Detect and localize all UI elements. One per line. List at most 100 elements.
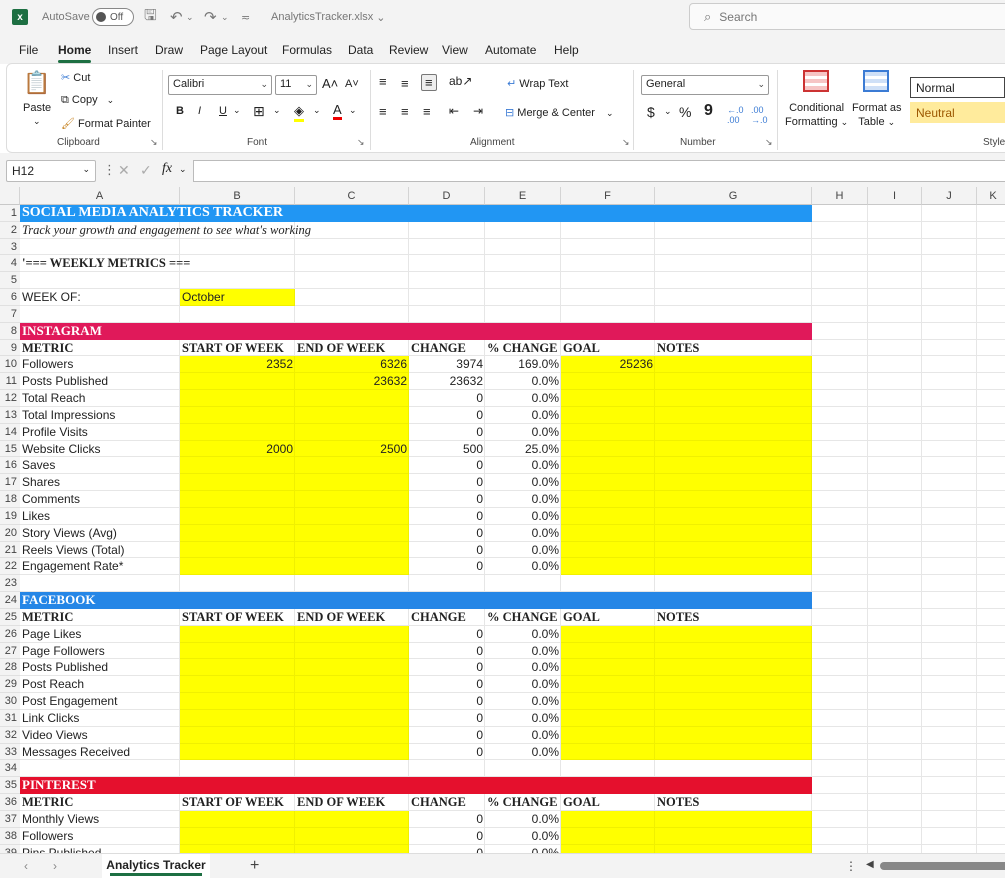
cell-c10[interactable]: 6326 [295, 356, 409, 373]
row-header[interactable]: 11 [0, 373, 20, 391]
cell-f10[interactable]: 25236 [561, 356, 655, 373]
cell[interactable] [655, 356, 812, 374]
copy-button[interactable]: ⧉ Copy ⌄ [61, 94, 114, 107]
column-label[interactable]: CHANGE [409, 609, 485, 626]
cell-b10[interactable]: 2352 [180, 356, 295, 373]
cell[interactable] [655, 423, 812, 441]
column-label[interactable]: GOAL [561, 794, 655, 811]
cell[interactable] [561, 760, 655, 778]
cell[interactable] [868, 373, 922, 391]
number-format-select[interactable]: General ⌄ [641, 75, 769, 95]
cell[interactable] [812, 305, 868, 323]
row-header[interactable]: 35 [0, 777, 20, 795]
cell[interactable] [561, 474, 655, 492]
cell-a17[interactable]: Shares [20, 474, 180, 491]
cell[interactable] [812, 440, 868, 458]
cell[interactable] [561, 440, 655, 458]
cell[interactable] [868, 474, 922, 492]
cell[interactable] [655, 592, 812, 609]
cell[interactable] [561, 642, 655, 660]
cell[interactable] [922, 373, 977, 391]
cell-e16[interactable]: 0.0% [485, 457, 561, 474]
cell[interactable] [561, 575, 655, 593]
cell[interactable] [561, 676, 655, 694]
cell-d38[interactable]: 0 [409, 828, 485, 845]
row-header[interactable]: 6 [0, 289, 20, 306]
cell[interactable] [977, 575, 1005, 593]
cell[interactable] [655, 238, 812, 256]
cell[interactable] [180, 726, 295, 744]
menu-page-layout[interactable]: Page Layout [200, 43, 267, 57]
cell-a28[interactable]: Posts Published [20, 659, 180, 676]
row-header[interactable]: 25 [0, 608, 20, 626]
cell-a16[interactable]: Saves [20, 457, 180, 474]
cell[interactable] [922, 322, 977, 340]
cell[interactable] [922, 608, 977, 626]
cell[interactable] [655, 659, 812, 677]
cell[interactable] [868, 221, 922, 239]
cell[interactable] [977, 777, 1005, 795]
column-header-b[interactable]: B [180, 187, 295, 205]
cell[interactable] [655, 406, 812, 424]
cell[interactable] [868, 794, 922, 811]
alignment-launcher-icon[interactable]: ↘ [622, 137, 630, 148]
cell[interactable] [561, 289, 655, 306]
cell[interactable] [180, 743, 295, 761]
cell[interactable] [868, 205, 922, 222]
cell-e20[interactable]: 0.0% [485, 525, 561, 542]
cell-b6[interactable]: October [180, 289, 295, 306]
row-header[interactable]: 28 [0, 659, 20, 677]
cell[interactable] [655, 221, 812, 239]
cell-d22[interactable]: 0 [409, 558, 485, 575]
cell[interactable] [977, 255, 1005, 273]
cell-d19[interactable]: 0 [409, 508, 485, 525]
cell[interactable] [655, 507, 812, 525]
cell[interactable] [409, 322, 485, 340]
column-header-i[interactable]: I [868, 187, 922, 205]
cell[interactable] [812, 491, 868, 508]
undo-dropdown-icon[interactable]: ⌄ [186, 0, 194, 34]
currency-dropdown-icon[interactable]: ⌄ [664, 106, 672, 117]
name-box[interactable]: H12 ⌄ [6, 160, 96, 182]
cell[interactable] [655, 390, 812, 407]
cell[interactable] [977, 828, 1005, 845]
cell[interactable] [485, 238, 561, 256]
cell[interactable] [922, 440, 977, 458]
cell[interactable] [922, 305, 977, 323]
cell[interactable] [922, 406, 977, 424]
cell-e13[interactable]: 0.0% [485, 407, 561, 424]
save-icon[interactable]: 🖫 [144, 0, 157, 34]
cell[interactable] [655, 373, 812, 391]
number-launcher-icon[interactable]: ↘ [765, 137, 773, 148]
cell[interactable] [977, 424, 1005, 441]
spreadsheet-grid[interactable]: A B C D E F G H I J K 1 SOCIAL MEDIA ANALYTICS TRACK… [0, 187, 1005, 853]
cell[interactable] [868, 440, 922, 458]
cell[interactable] [812, 322, 868, 340]
cell[interactable] [922, 491, 977, 508]
row-header[interactable]: 24 [0, 592, 20, 609]
cell[interactable] [20, 238, 180, 256]
cell[interactable] [561, 390, 655, 407]
wrap-text-button[interactable]: ↵ Wrap Text [507, 77, 568, 90]
row-header[interactable]: 20 [0, 524, 20, 542]
cell[interactable] [922, 659, 977, 677]
cell-e15[interactable]: 25.0% [485, 441, 561, 458]
row-header[interactable]: 21 [0, 541, 20, 559]
cell[interactable] [922, 625, 977, 643]
search-box[interactable]: ⌕ Search [689, 3, 1005, 30]
column-header-e[interactable]: E [485, 187, 561, 205]
cell[interactable] [295, 844, 409, 853]
cell[interactable] [812, 390, 868, 407]
menu-insert[interactable]: Insert [108, 43, 138, 57]
cell[interactable] [295, 524, 409, 542]
cell[interactable] [812, 743, 868, 761]
underline-dropdown-icon[interactable]: ⌄ [233, 105, 241, 116]
cell[interactable] [977, 441, 1005, 458]
row-header[interactable]: 10 [0, 356, 20, 374]
insert-function-button[interactable]: fx [162, 161, 172, 177]
cell[interactable] [812, 221, 868, 239]
column-label[interactable]: END OF WEEK [295, 794, 409, 811]
cell[interactable] [868, 507, 922, 525]
more-options-icon[interactable]: ⋮ [103, 162, 116, 178]
cell[interactable] [655, 760, 812, 778]
